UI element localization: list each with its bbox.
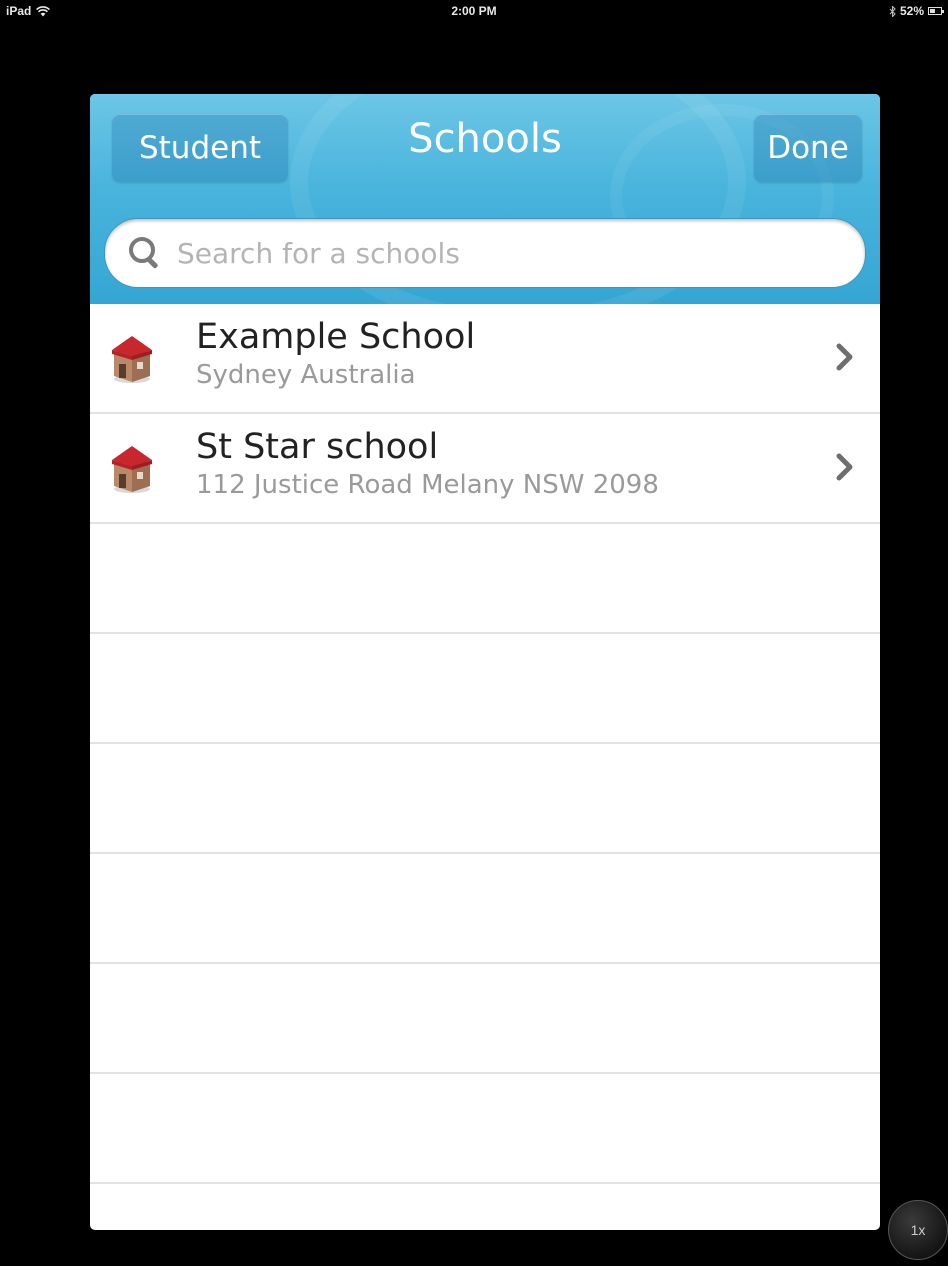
school-name: Example School [196,317,476,357]
empty-list-row [90,634,880,744]
search-bar[interactable] [104,218,866,288]
schools-modal: Student Schools Done Search for a school… [90,94,880,1230]
school-name: St Star school [196,427,439,467]
battery-icon [928,7,944,15]
status-time: 2:00 PM [451,4,497,18]
status-bar: iPad 2:00 PM 52% [0,0,948,22]
school-address: Sydney Australia [196,360,416,390]
school-building-icon [112,336,152,383]
bluetooth-icon [889,5,896,17]
school-address: 112 Justice Road Melany NSW 2098 [196,470,659,500]
schools-list: Example School Sydney Australia St Star … [90,304,880,1184]
empty-list-row [90,964,880,1074]
battery-percent: 52% [899,4,924,18]
chevron-right-icon [836,343,853,371]
school-building-icon [112,446,152,493]
ipad-screen: iPad 2:00 PM 52% Student Schools Done Se… [0,0,948,1266]
empty-list-row [90,854,880,964]
empty-list-row [90,1074,880,1184]
school-row-text: Example School Sydney Australia [196,316,475,392]
done-button[interactable]: Done [754,114,862,182]
status-right: 52% [889,4,944,18]
navigation-header: Student Schools Done [90,94,880,304]
empty-list-row [90,744,880,854]
battery-fill [930,9,936,13]
school-row-st-star-school[interactable]: St Star school 112 Justice Road Melany N… [90,414,880,524]
school-row-text: St Star school 112 Justice Road Melany N… [196,426,659,502]
chevron-right-icon [836,453,853,481]
zoom-1x-button[interactable]: 1x [888,1200,948,1260]
search-input[interactable] [175,222,839,284]
school-row-example-school[interactable]: Example School Sydney Australia [90,304,880,414]
search-icon [127,235,163,271]
empty-list-row [90,524,880,634]
